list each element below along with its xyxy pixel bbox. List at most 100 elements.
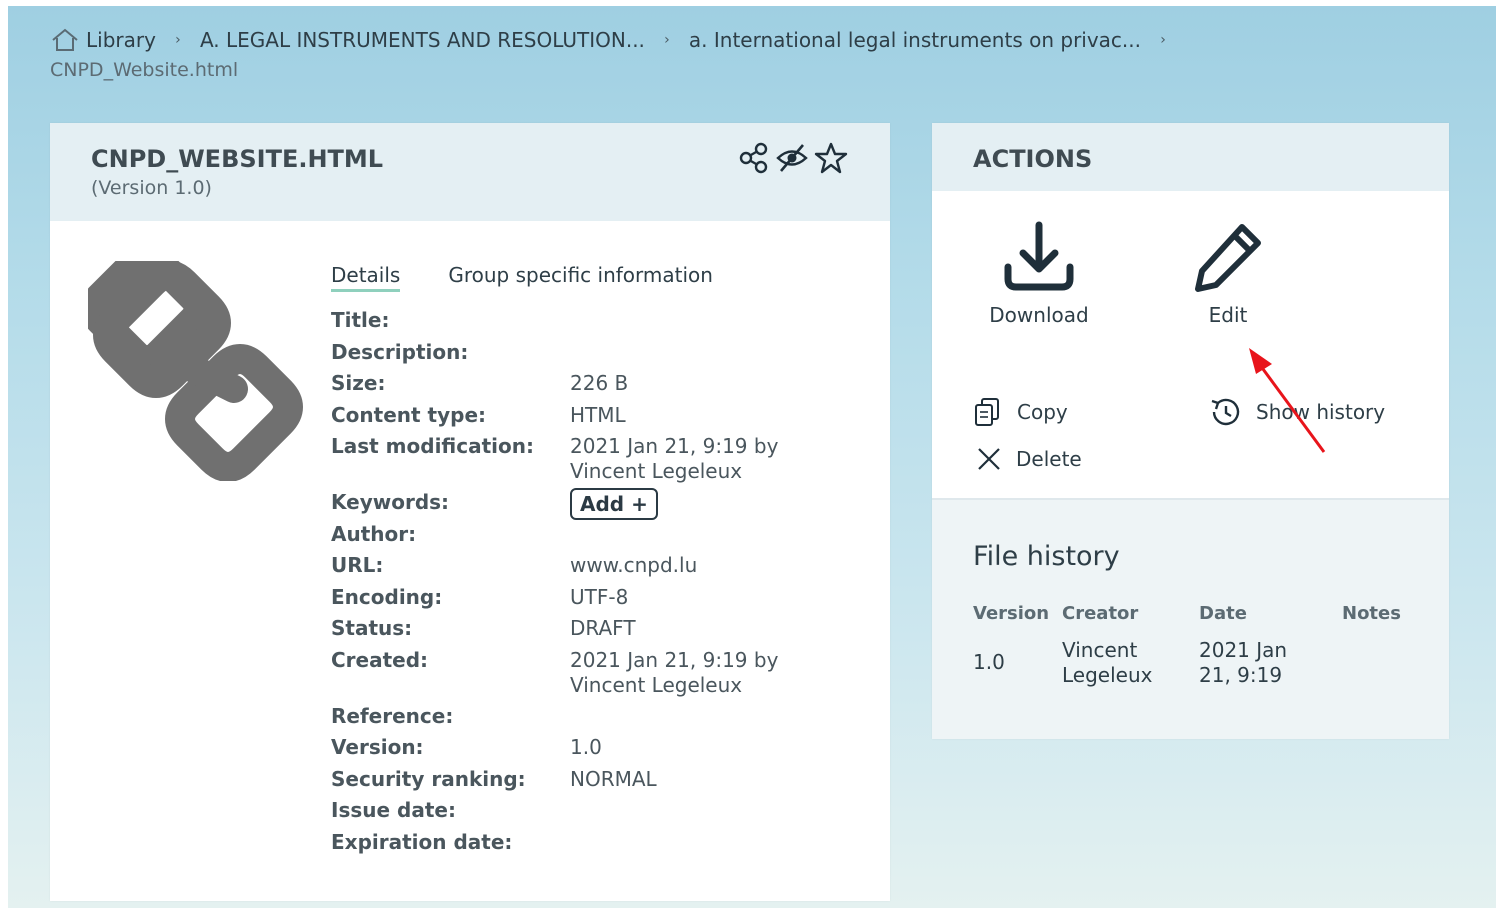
date-line-1: 2021 Jan xyxy=(1199,638,1288,662)
download-label: Download xyxy=(989,303,1089,327)
detail-row-keywords: Keywords: Add + xyxy=(331,488,871,522)
table-header-row: Version Creator Date Notes xyxy=(973,603,1413,638)
detail-label: Encoding: xyxy=(331,584,443,609)
actions-card: ACTIONS Download Edit Copy Show history … xyxy=(932,123,1449,739)
detail-value: HTML xyxy=(570,402,626,427)
breadcrumb-item-international[interactable]: a. International legal instruments on pr… xyxy=(689,26,1141,54)
detail-row-reference: Reference: xyxy=(331,704,871,736)
actions-body: Download Edit Copy Show history Delete xyxy=(932,191,1449,500)
show-history-label: Show history xyxy=(1256,400,1386,424)
breadcrumb-current: CNPD_Website.html xyxy=(50,59,239,81)
tab-group-specific[interactable]: Group specific information xyxy=(448,263,713,292)
detail-row-created: Created: 2021 Jan 21, 9:19 by Vincent Le… xyxy=(331,648,871,704)
detail-row-security: Security ranking: NORMAL xyxy=(331,767,871,799)
last-mod-line-2: Vincent Legeleux xyxy=(570,459,743,483)
detail-label: Content type: xyxy=(331,402,487,427)
cell-date: 2021 Jan 21, 9:19 xyxy=(1199,638,1342,688)
hide-icon[interactable] xyxy=(776,141,808,175)
share-icon[interactable] xyxy=(738,141,770,175)
detail-label: Size: xyxy=(331,371,386,395)
actions-header: ACTIONS xyxy=(932,123,1449,191)
created-line-1: 2021 Jan 21, 9:19 by xyxy=(570,647,779,672)
detail-value: 1.0 xyxy=(570,735,602,759)
detail-label: URL: xyxy=(331,553,384,577)
detail-label: Issue date: xyxy=(331,798,456,822)
breadcrumb-item-legal-instruments[interactable]: A. LEGAL INSTRUMENTS AND RESOLUTION... xyxy=(200,26,645,54)
date-line-2: 21, 9:19 xyxy=(1199,663,1283,687)
details-tabs: Details Group specific information xyxy=(331,263,713,292)
column-header-notes: Notes xyxy=(1342,603,1401,624)
breadcrumb-label-library: Library xyxy=(86,28,156,52)
cell-notes xyxy=(1342,638,1413,688)
detail-label: Keywords: xyxy=(331,490,450,514)
chevron-right-icon: › xyxy=(175,32,181,48)
file-details-header: CNPD_WEBSITE.HTML (Version 1.0) xyxy=(50,123,890,221)
detail-row-title: Title: xyxy=(331,308,871,340)
detail-label: Security ranking: xyxy=(331,766,526,791)
detail-label: Title: xyxy=(331,308,390,332)
close-icon xyxy=(978,448,1000,470)
detail-row-url: URL: www.cnpd.lu xyxy=(331,553,871,585)
add-keyword-button[interactable]: Add + xyxy=(570,488,658,520)
edit-label: Edit xyxy=(1208,303,1248,327)
detail-row-encoding: Encoding: UTF-8 xyxy=(331,585,871,617)
file-title: CNPD_WEBSITE.HTML xyxy=(91,145,384,173)
table-row: 1.0 Vincent Legeleux 2021 Jan 21, 9:19 xyxy=(973,638,1413,688)
column-header-date: Date xyxy=(1199,603,1247,624)
detail-label: Version: xyxy=(331,735,424,759)
cell-creator: Vincent Legeleux xyxy=(1062,638,1199,688)
file-version: (Version 1.0) xyxy=(91,177,212,199)
detail-value: 2021 Jan 21, 9:19 by Vincent Legeleux xyxy=(570,434,871,490)
download-icon xyxy=(1004,221,1074,291)
detail-label: Expiration date: xyxy=(331,829,513,854)
detail-label: Description: xyxy=(331,339,469,364)
detail-value: NORMAL xyxy=(570,766,657,791)
creator-line-2: Legeleux xyxy=(1062,663,1153,687)
file-header-icons xyxy=(738,141,848,175)
last-mod-line-1: 2021 Jan 21, 9:19 by xyxy=(570,434,779,458)
column-header-creator: Creator xyxy=(1062,603,1139,624)
creator-line-1: Vincent xyxy=(1062,638,1138,662)
detail-label: Last modification: xyxy=(331,434,534,458)
detail-row-size: Size: 226 B xyxy=(331,371,871,403)
delete-label: Delete xyxy=(1016,447,1082,471)
download-button[interactable]: Download xyxy=(989,221,1089,327)
history-icon xyxy=(1211,398,1240,426)
chevron-right-icon: › xyxy=(1160,32,1166,48)
cell-version: 1.0 xyxy=(973,650,1005,674)
detail-row-expiration-date: Expiration date: xyxy=(331,830,871,862)
delete-button[interactable]: Delete xyxy=(976,446,1082,472)
breadcrumb: Library › A. LEGAL INSTRUMENTS AND RESOL… xyxy=(50,26,1450,84)
detail-row-last-modification: Last modification: 2021 Jan 21, 9:19 by … xyxy=(331,434,871,490)
detail-row-description: Description: xyxy=(331,340,871,372)
show-history-button[interactable]: Show history xyxy=(1208,396,1385,428)
detail-label: Reference: xyxy=(331,703,454,728)
detail-row-version: Version: 1.0 xyxy=(331,735,871,767)
detail-value: www.cnpd.lu xyxy=(570,553,698,577)
detail-row-issue-date: Issue date: xyxy=(331,798,871,830)
file-history-title: File history xyxy=(973,541,1120,572)
file-details-card: CNPD_WEBSITE.HTML (Version 1.0) Details … xyxy=(50,123,890,901)
edit-button[interactable]: Edit xyxy=(1178,221,1278,327)
file-history-table: Version Creator Date Notes 1.0 Vincent L… xyxy=(973,603,1413,688)
detail-value: 226 B xyxy=(570,371,629,395)
home-icon xyxy=(52,28,78,51)
detail-row-status: Status: DRAFT xyxy=(331,616,871,648)
chevron-right-icon: › xyxy=(664,32,670,48)
column-header-version: Version xyxy=(973,603,1050,624)
star-icon[interactable] xyxy=(814,141,848,175)
tab-details[interactable]: Details xyxy=(331,263,401,292)
detail-value: 2021 Jan 21, 9:19 by Vincent Legeleux xyxy=(570,648,871,704)
copy-icon xyxy=(975,398,999,426)
detail-value: UTF-8 xyxy=(570,584,629,609)
actions-heading: ACTIONS xyxy=(973,145,1093,173)
link-icon xyxy=(88,261,303,481)
detail-row-author: Author: xyxy=(331,522,871,554)
pencil-icon xyxy=(1195,224,1261,292)
details-list: Title: Description: Size: 226 B Content … xyxy=(331,308,871,861)
detail-label: Author: xyxy=(331,521,417,546)
copy-button[interactable]: Copy xyxy=(973,396,1068,428)
breadcrumb-item-library[interactable]: Library xyxy=(50,26,156,54)
detail-label: Created: xyxy=(331,647,429,672)
copy-label: Copy xyxy=(1017,400,1068,424)
